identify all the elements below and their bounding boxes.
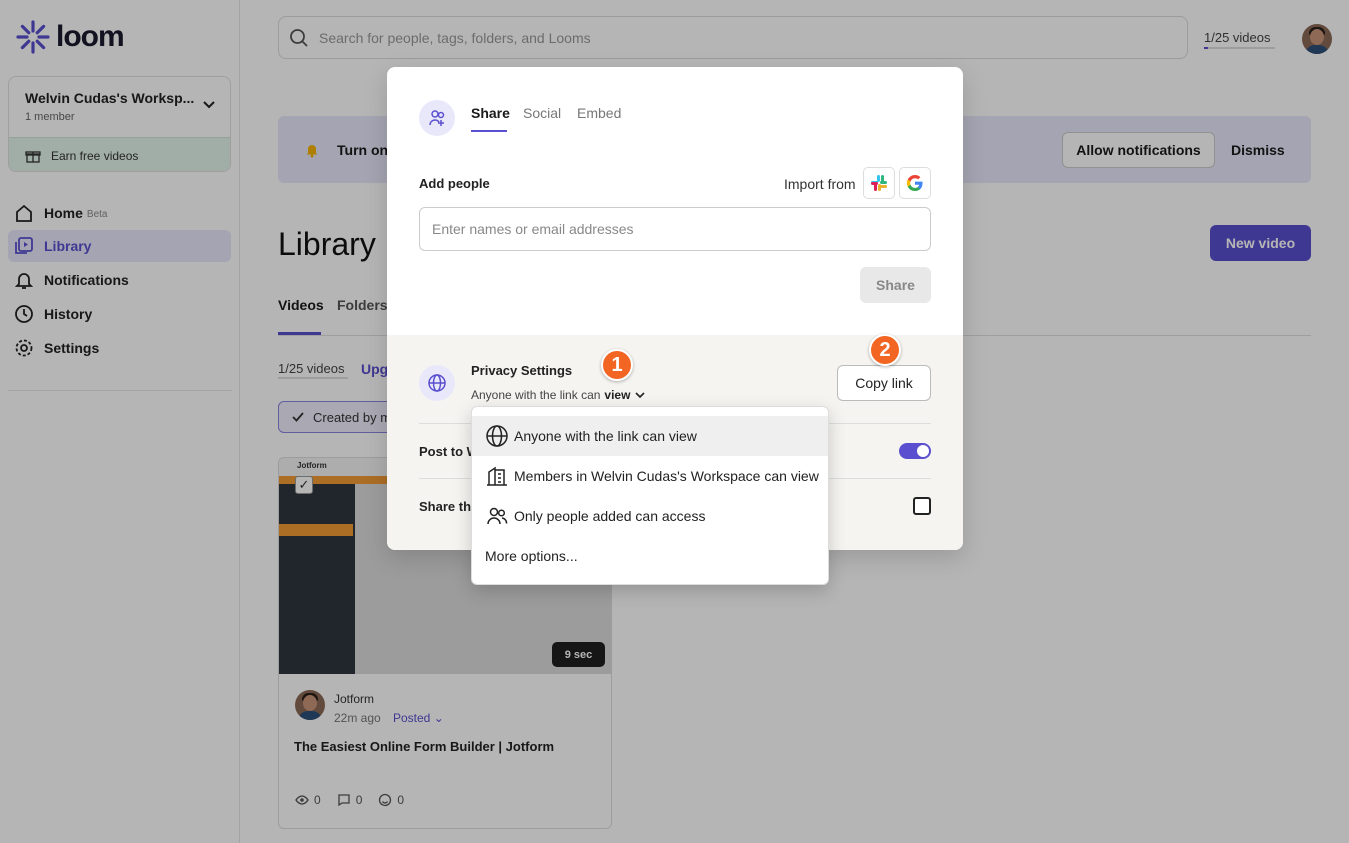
- slack-icon: [871, 175, 887, 191]
- share-people-icon-circle: [419, 100, 455, 136]
- post-to-label: Post to W: [419, 444, 479, 459]
- privacy-dropdown-menu: Anyone with the link can view Members in…: [471, 406, 829, 585]
- step-badge-2: 2: [869, 334, 901, 366]
- globe-icon: [486, 425, 508, 447]
- add-people-icon: [429, 110, 445, 126]
- add-people-label: Add people: [419, 176, 490, 191]
- dropdown-item-members[interactable]: Members in Welvin Cudas's Workspace can …: [472, 456, 828, 496]
- tab-embed[interactable]: Embed: [577, 105, 621, 121]
- dropdown-item-anyone[interactable]: Anyone with the link can view: [472, 416, 828, 456]
- invite-input[interactable]: [419, 207, 931, 251]
- share-option-checkbox[interactable]: [913, 497, 931, 515]
- dropdown-item-label: Only people added can access: [514, 508, 706, 524]
- post-toggle[interactable]: [899, 443, 931, 459]
- privacy-title: Privacy Settings: [471, 363, 573, 378]
- people-icon: [487, 507, 508, 525]
- google-icon: [906, 174, 923, 192]
- dropdown-item-label: Anyone with the link can view: [514, 428, 697, 444]
- tab-share[interactable]: Share: [471, 105, 510, 121]
- building-icon: [487, 466, 507, 486]
- privacy-icon-circle: [419, 365, 455, 401]
- share-button[interactable]: Share: [860, 267, 931, 303]
- import-slack-button[interactable]: [863, 167, 895, 199]
- dropdown-item-only-added[interactable]: Only people added can access: [472, 496, 828, 536]
- dropdown-item-more-options[interactable]: More options...: [472, 536, 828, 576]
- dropdown-item-label: Members in Welvin Cudas's Workspace can …: [514, 468, 819, 484]
- globe-icon: [428, 374, 446, 392]
- import-google-button[interactable]: [899, 167, 931, 199]
- dropdown-item-label: More options...: [485, 548, 578, 564]
- privacy-level: view: [604, 388, 631, 402]
- privacy-dropdown-trigger[interactable]: Anyone with the link can view: [471, 388, 646, 402]
- share-option-label: Share th: [419, 499, 472, 514]
- tab-social[interactable]: Social: [523, 105, 561, 121]
- tab-active-indicator: [471, 130, 507, 132]
- copy-link-button[interactable]: Copy link: [837, 365, 931, 401]
- chevron-down-icon: [635, 392, 646, 399]
- import-from-label: Import from: [784, 176, 856, 192]
- privacy-sub-prefix: Anyone with the link can: [471, 388, 601, 402]
- step-badge-1: 1: [601, 349, 633, 381]
